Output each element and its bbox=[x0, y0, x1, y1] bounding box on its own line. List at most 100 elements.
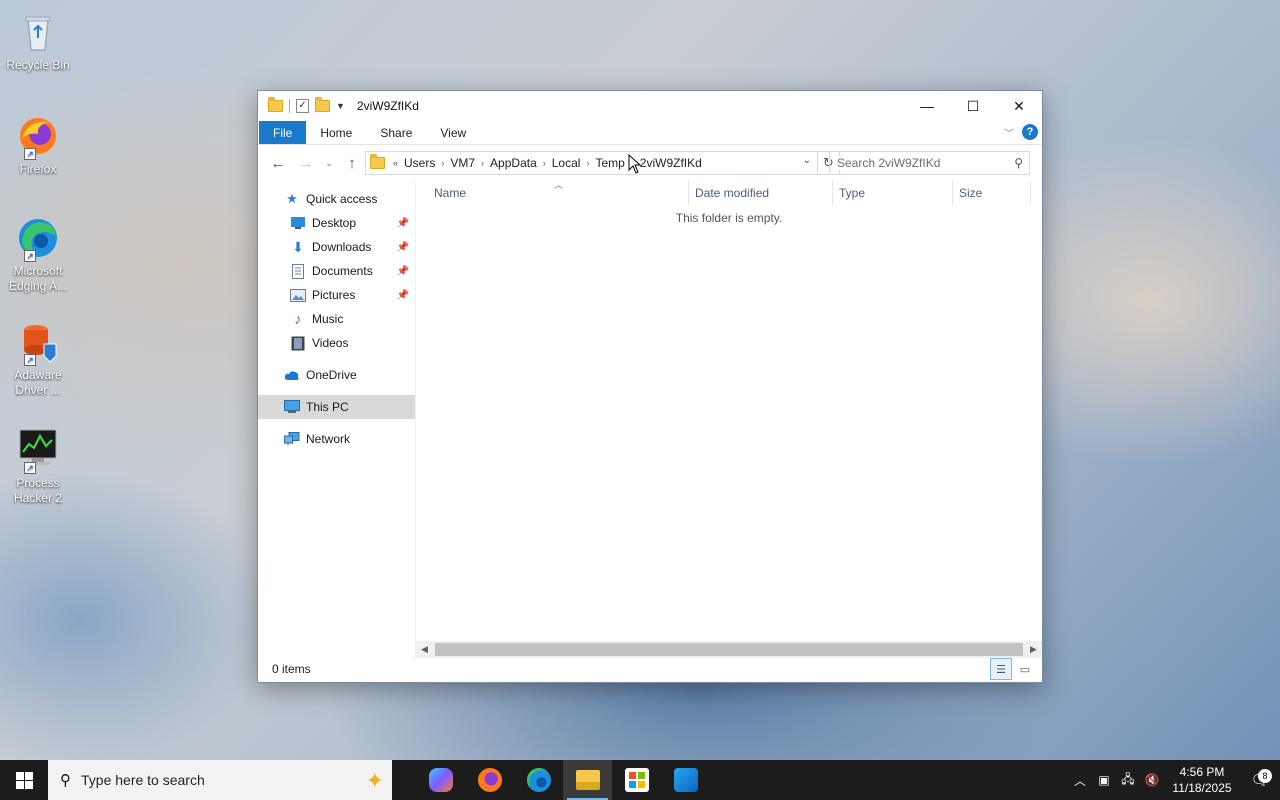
shortcut-arrow-icon: ↗ bbox=[24, 250, 36, 262]
desktop-icon-label: Adaware Driver ... bbox=[14, 368, 62, 397]
device-icon[interactable]: ▣ bbox=[1092, 773, 1116, 787]
nav-item-videos[interactable]: Videos bbox=[258, 331, 415, 355]
title-bar[interactable]: ✓ ▼ 2viW9ZfIKd — ☐ ✕ bbox=[258, 91, 1042, 121]
folder-icon bbox=[370, 154, 385, 169]
breadcrumb-temp[interactable]: Temp bbox=[591, 156, 628, 170]
film-icon bbox=[290, 335, 306, 351]
chevron-right-icon[interactable]: › bbox=[479, 158, 486, 168]
nav-item-desktop[interactable]: Desktop 📌 bbox=[258, 211, 415, 235]
customize-toolbar-dropdown-icon[interactable]: ▼ bbox=[336, 101, 345, 111]
tab-share[interactable]: Share bbox=[366, 121, 426, 144]
system-tray: ︿ ▣ 🖧 🔇 4:56 PM 11/18/2025 🗨 8 bbox=[1068, 760, 1280, 800]
clock[interactable]: 4:56 PM 11/18/2025 bbox=[1164, 764, 1240, 796]
help-icon[interactable]: ? bbox=[1022, 124, 1038, 140]
chevron-right-icon[interactable]: › bbox=[584, 158, 591, 168]
breadcrumb-vm7[interactable]: VM7 bbox=[446, 156, 479, 170]
pin-icon: 📌 bbox=[396, 265, 409, 277]
column-header-type[interactable]: Type bbox=[833, 181, 953, 205]
column-header-name[interactable]: Name bbox=[416, 181, 689, 205]
address-bar[interactable]: « Users › VM7 › AppData › Local › Temp ›… bbox=[365, 151, 818, 175]
desktop-icon-adaware[interactable]: ↗ Adaware Driver ... bbox=[2, 318, 74, 398]
breadcrumb-users[interactable]: Users bbox=[400, 156, 439, 170]
nav-item-downloads[interactable]: ⬇ Downloads 📌 bbox=[258, 235, 415, 259]
toolbar-separator bbox=[289, 99, 290, 113]
pictures-icon bbox=[290, 287, 306, 303]
desktop-icon-recycle-bin[interactable]: Recycle Bin bbox=[2, 8, 74, 73]
nav-item-network[interactable]: Network bbox=[258, 427, 415, 451]
star-icon: ★ bbox=[286, 191, 298, 206]
taskbar-outlook[interactable] bbox=[661, 760, 710, 800]
scrollbar-thumb[interactable] bbox=[435, 643, 1023, 656]
scroll-right-icon[interactable]: ▶ bbox=[1025, 644, 1042, 655]
network-status-icon[interactable]: 🖧 bbox=[1116, 770, 1140, 791]
shortcut-arrow-icon: ↗ bbox=[24, 354, 36, 366]
network-icon bbox=[284, 431, 300, 447]
desktop-icon-label: Process Hacker 2 bbox=[13, 476, 63, 505]
empty-folder-message: This folder is empty. bbox=[675, 211, 783, 225]
details-view-icon[interactable]: ☰ bbox=[990, 658, 1012, 680]
close-button[interactable]: ✕ bbox=[996, 91, 1042, 121]
start-button[interactable] bbox=[0, 760, 48, 800]
breadcrumb-appdata[interactable]: AppData bbox=[486, 156, 541, 170]
process-hacker-icon: ↗ bbox=[14, 426, 62, 474]
nav-item-documents[interactable]: Documents 📌 bbox=[258, 259, 415, 283]
overflow-chevron-icon[interactable]: « bbox=[391, 158, 400, 168]
search-input[interactable] bbox=[837, 156, 1007, 170]
edge-icon bbox=[526, 768, 551, 792]
taskbar-search-input[interactable] bbox=[81, 772, 321, 788]
search-highlight-sparkle-icon[interactable]: ✦ bbox=[366, 768, 384, 794]
nav-item-label: Documents bbox=[312, 264, 373, 278]
column-header-date-modified[interactable]: Date modified bbox=[689, 181, 833, 205]
nav-item-pictures[interactable]: Pictures 📌 bbox=[258, 283, 415, 307]
recent-locations-chevron-icon[interactable]: ⌄ bbox=[322, 151, 336, 175]
pin-icon: 📌 bbox=[396, 241, 409, 253]
tab-file[interactable]: File bbox=[259, 121, 307, 144]
properties-icon[interactable]: ✓ bbox=[296, 99, 309, 113]
column-header-size[interactable]: Size bbox=[953, 181, 1031, 205]
maximize-button[interactable]: ☐ bbox=[950, 91, 996, 121]
tab-view[interactable]: View bbox=[426, 121, 480, 144]
notifications-button[interactable]: 🗨 8 bbox=[1240, 769, 1280, 789]
nav-item-quick-access[interactable]: ★ Quick access bbox=[258, 187, 415, 211]
chevron-right-icon[interactable]: › bbox=[439, 158, 446, 168]
breadcrumb-current-folder[interactable]: 2viW9ZfIKd bbox=[636, 156, 706, 170]
desktop-icon-edge[interactable]: ↗ Microsoft Edging A... bbox=[2, 214, 74, 294]
taskbar-copilot[interactable] bbox=[416, 760, 465, 800]
scroll-left-icon[interactable]: ◀ bbox=[416, 644, 433, 655]
chevron-right-icon[interactable]: › bbox=[541, 158, 548, 168]
search-icon[interactable]: ⚲ bbox=[1014, 156, 1023, 170]
nav-item-label: Desktop bbox=[312, 216, 357, 230]
desktop-icon-process-hacker[interactable]: ↗ Process Hacker 2 bbox=[2, 426, 74, 506]
up-arrow-icon[interactable]: ↑ bbox=[340, 151, 364, 175]
taskbar-firefox[interactable] bbox=[465, 760, 514, 800]
tab-home[interactable]: Home bbox=[306, 121, 366, 144]
firefox-icon: ↗ bbox=[14, 112, 62, 160]
forward-arrow-icon[interactable]: → bbox=[294, 151, 318, 175]
breadcrumb-local[interactable]: Local bbox=[548, 156, 585, 170]
taskbar-store[interactable] bbox=[612, 760, 661, 800]
quick-access-toolbar: ✓ ▼ bbox=[258, 97, 345, 113]
file-list-pane[interactable]: Name Date modified Type Size ︿ This fold… bbox=[416, 180, 1042, 658]
nav-item-onedrive[interactable]: OneDrive bbox=[258, 363, 415, 387]
minimize-button[interactable]: — bbox=[904, 91, 950, 121]
search-box[interactable]: ⚲ bbox=[829, 151, 1030, 175]
taskbar-search-box[interactable]: ⚲ ✦ bbox=[48, 760, 392, 800]
cloud-icon bbox=[284, 367, 300, 383]
nav-item-label: Quick access bbox=[306, 192, 378, 206]
large-icons-view-icon[interactable]: ▭ bbox=[1014, 658, 1036, 680]
taskbar-edge[interactable] bbox=[514, 760, 563, 800]
show-hidden-icons-chevron-icon[interactable]: ︿ bbox=[1068, 772, 1092, 789]
nav-item-this-pc[interactable]: This PC bbox=[258, 395, 415, 419]
nav-item-music[interactable]: ♪ Music bbox=[258, 307, 415, 331]
volume-muted-icon[interactable]: 🔇 bbox=[1140, 773, 1164, 787]
folder-icon bbox=[268, 97, 283, 112]
shortcut-arrow-icon: ↗ bbox=[24, 148, 36, 160]
back-arrow-icon[interactable]: ← bbox=[266, 151, 290, 175]
taskbar-file-explorer[interactable] bbox=[563, 760, 612, 800]
nav-item-label: Network bbox=[306, 432, 351, 446]
outlook-icon bbox=[673, 768, 698, 792]
desktop-icon-firefox[interactable]: ↗ Firefox bbox=[2, 112, 74, 177]
expand-ribbon-icon[interactable]: ﹀ bbox=[1004, 125, 1014, 140]
address-dropdown-icon[interactable]: ⌄ bbox=[803, 155, 811, 166]
new-folder-icon[interactable] bbox=[315, 97, 330, 112]
